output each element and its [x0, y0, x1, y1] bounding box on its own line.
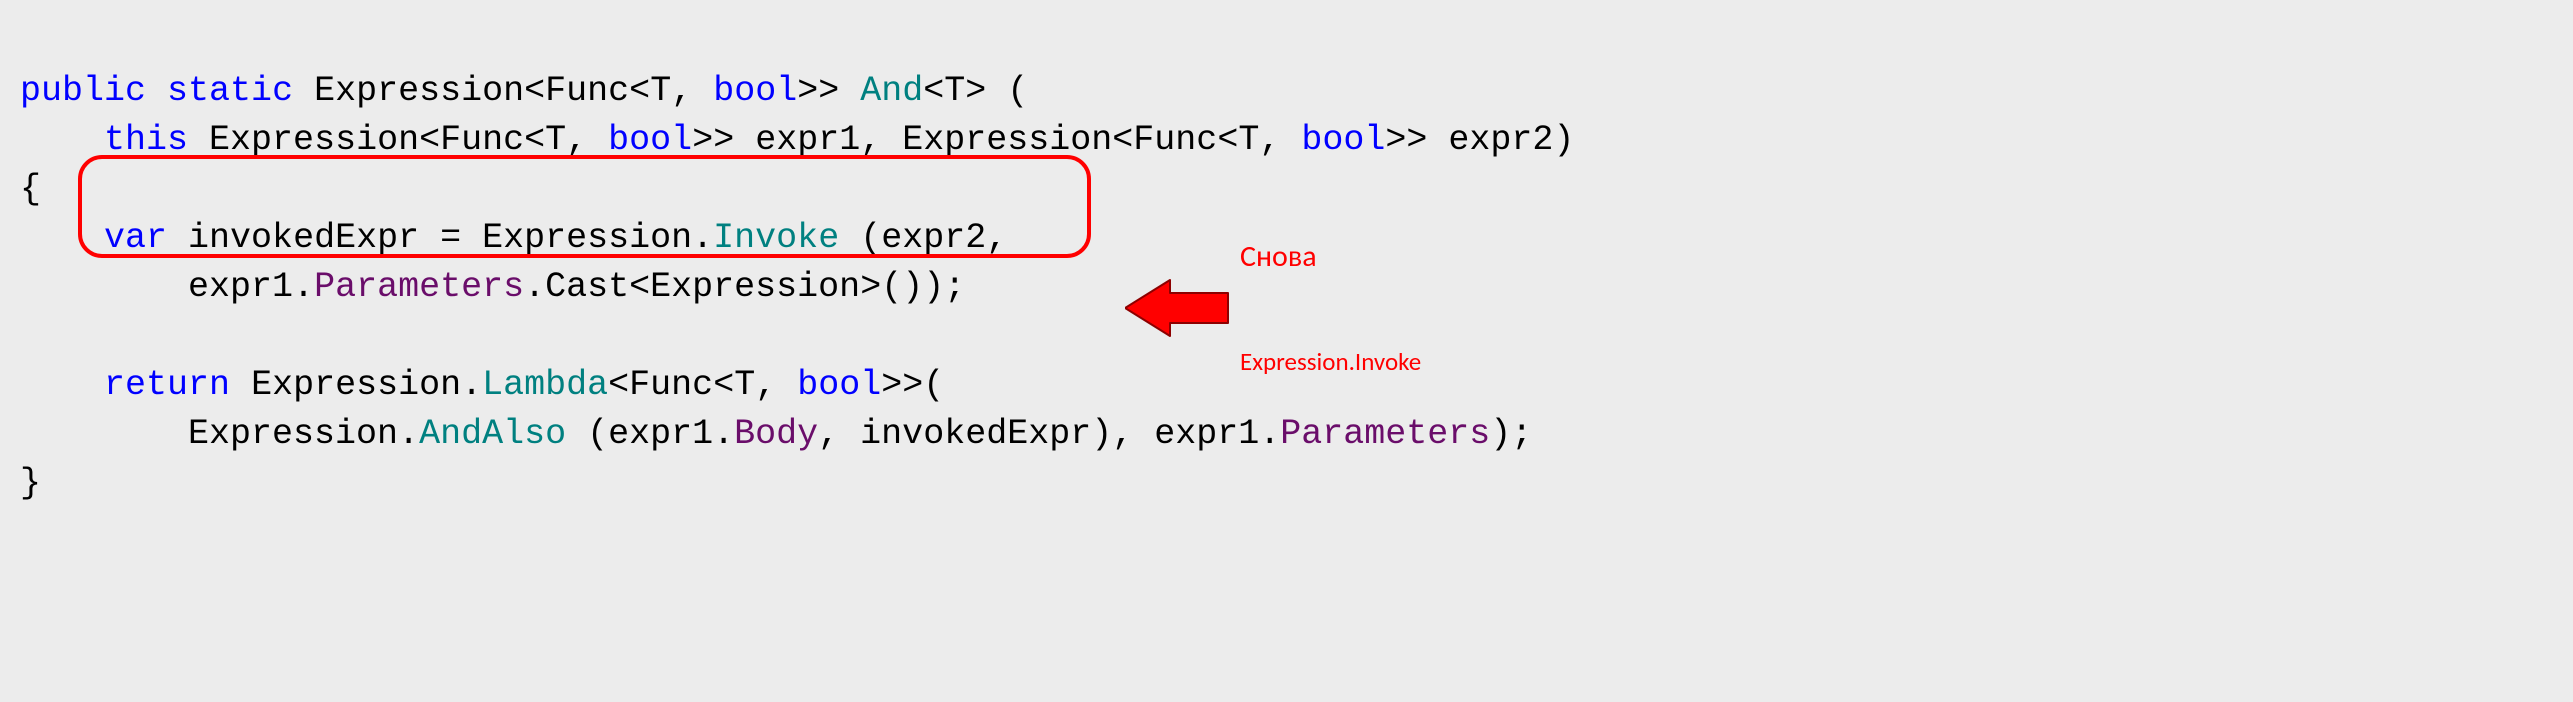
line-9: } — [20, 463, 41, 503]
line-1: public static Expression<Func<T, bool>> … — [20, 71, 1028, 111]
annotation-text: Снова Expression.Invoke — [1240, 167, 1421, 449]
annotation: Снова Expression.Invoke — [1125, 167, 1421, 449]
arrow-left-icon — [1125, 273, 1230, 343]
prop-body: Body — [734, 414, 818, 454]
prop-parameters: Parameters — [314, 267, 524, 307]
keyword-return: return — [104, 365, 230, 405]
line-4: var invokedExpr = Expression.Invoke (exp… — [20, 218, 1007, 258]
line-3: { — [20, 169, 41, 209]
type-func: Func — [545, 71, 629, 111]
line-5: expr1.Parameters.Cast<Expression>()); — [20, 267, 965, 307]
open-brace: { — [20, 169, 41, 209]
line-7: return Expression.Lambda<Func<T, bool>>( — [20, 365, 944, 405]
code-block: public static Expression<Func<T, bool>> … — [0, 0, 2573, 673]
annotation-line-1: Снова — [1240, 239, 1421, 275]
param-expr2: expr2) — [1448, 120, 1574, 160]
param-expr1: expr1, — [755, 120, 902, 160]
method-cast: Cast< — [545, 267, 650, 307]
method-invoke: Invoke — [713, 218, 839, 258]
method-andalso: AndAlso — [419, 414, 566, 454]
keyword-bool: bool — [713, 71, 797, 111]
type-expression: Expression — [314, 71, 524, 111]
annotation-line-2: Expression.Invoke — [1240, 347, 1421, 377]
keyword-public: public — [20, 71, 146, 111]
var-invokedexpr: invokedExpr = — [188, 218, 482, 258]
method-lambda: Lambda — [482, 365, 608, 405]
method-and: And — [860, 71, 923, 111]
keyword-this: this — [104, 120, 188, 160]
keyword-static: static — [167, 71, 293, 111]
type-t: T — [650, 71, 671, 111]
line-2: this Expression<Func<T, bool>> expr1, Ex… — [20, 120, 1574, 160]
close-brace: } — [20, 463, 41, 503]
keyword-var: var — [104, 218, 167, 258]
